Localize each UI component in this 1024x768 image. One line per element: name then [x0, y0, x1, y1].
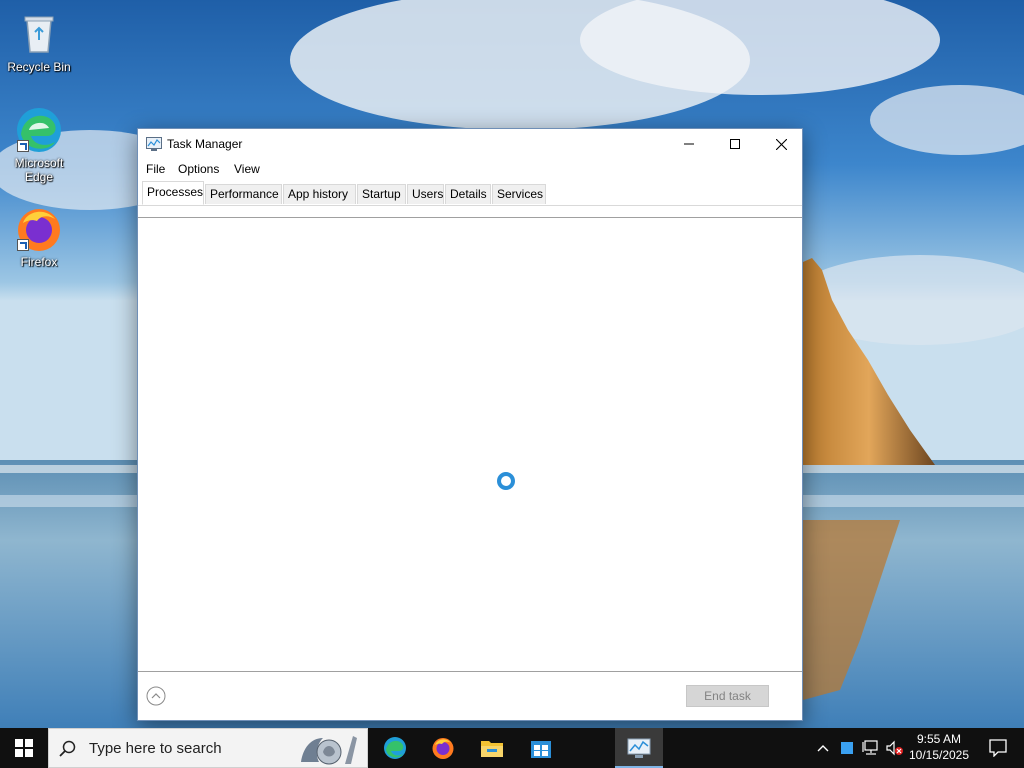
shortcut-arrow-icon [17, 239, 29, 251]
taskbar: Type here to search 9:55 AM 10/15/2025 [0, 728, 1024, 768]
minimize-button[interactable] [666, 129, 712, 159]
menu-bar: File Options View [138, 159, 802, 179]
network-button[interactable] [860, 728, 882, 768]
firefox-icon [15, 205, 63, 253]
windows-logo-icon [15, 739, 33, 757]
search-input[interactable]: Type here to search [48, 728, 368, 768]
edge-icon [384, 737, 406, 759]
tab-app-history[interactable]: App history [283, 184, 356, 204]
tab-strip: Performance App history Startup Users De… [138, 180, 802, 218]
desktop-icon-label: Microsoft Edge [14, 156, 64, 184]
maximize-icon [730, 139, 740, 149]
window-footer: End task [138, 671, 802, 720]
volume-muted-icon [886, 740, 903, 756]
maximize-button[interactable] [712, 129, 758, 159]
start-button[interactable] [0, 728, 48, 768]
minimize-icon [684, 143, 694, 145]
desktop-icon-firefox[interactable]: Firefox [1, 205, 77, 269]
loading-spinner-icon [496, 471, 516, 491]
desktop-icon-label: Firefox [20, 255, 58, 269]
task-manager-icon [146, 137, 162, 151]
tray-app-icon[interactable] [838, 728, 856, 768]
fewer-details-button[interactable] [146, 686, 166, 706]
search-highlight-image [297, 732, 363, 766]
tab-performance[interactable]: Performance [205, 184, 282, 204]
task-manager-window: Task Manager File Options View Performan… [137, 128, 803, 721]
menu-view[interactable]: View [234, 162, 260, 176]
shortcut-arrow-icon [17, 140, 29, 152]
notification-icon [989, 739, 1007, 757]
processes-panel [138, 218, 802, 671]
desktop-icon-label: Recycle Bin [7, 60, 71, 74]
tab-processes[interactable]: Processes [142, 181, 204, 205]
firefox-icon [432, 738, 454, 759]
taskbar-file-explorer-button[interactable] [468, 728, 516, 768]
desktop-icon-microsoft-edge[interactable]: Microsoft Edge [1, 106, 77, 184]
taskbar-store-button[interactable] [517, 728, 565, 768]
tab-divider [138, 205, 802, 206]
tab-startup[interactable]: Startup [357, 184, 406, 204]
clock-date: 10/15/2025 [908, 748, 970, 762]
edge-icon [15, 106, 63, 154]
clock-time: 9:55 AM [916, 732, 962, 746]
chevron-up-icon [146, 686, 166, 706]
action-center-button[interactable] [978, 728, 1018, 768]
window-title: Task Manager [167, 137, 243, 151]
menu-options[interactable]: Options [178, 162, 219, 176]
volume-button[interactable] [884, 728, 906, 768]
tab-details[interactable]: Details [445, 184, 491, 204]
close-icon [775, 138, 787, 150]
taskbar-firefox-button[interactable] [419, 728, 467, 768]
network-icon [862, 740, 878, 755]
end-task-button[interactable]: End task [686, 685, 769, 707]
task-manager-icon [627, 738, 651, 758]
tab-services[interactable]: Services [492, 184, 546, 204]
close-button[interactable] [758, 129, 804, 159]
taskbar-task-manager-button[interactable] [615, 728, 663, 768]
store-icon [531, 741, 551, 758]
chevron-up-icon [817, 745, 829, 752]
tab-users[interactable]: Users [407, 184, 444, 204]
app-tray-icon [841, 742, 853, 754]
title-bar[interactable]: Task Manager [138, 129, 802, 159]
show-hidden-icons-button[interactable] [812, 728, 834, 768]
search-placeholder: Type here to search [89, 740, 222, 757]
file-explorer-icon [481, 741, 503, 757]
taskbar-edge-button[interactable] [371, 728, 419, 768]
menu-file[interactable]: File [146, 162, 165, 176]
desktop-icon-recycle-bin[interactable]: Recycle Bin [1, 10, 77, 74]
search-icon [59, 740, 77, 758]
system-clock[interactable]: 9:55 AM 10/15/2025 [906, 731, 972, 763]
recycle-bin-icon [15, 10, 63, 58]
